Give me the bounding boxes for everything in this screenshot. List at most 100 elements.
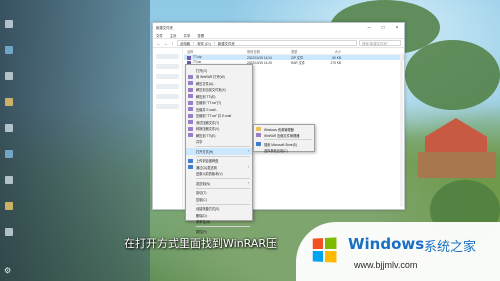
desktop-icon[interactable] xyxy=(5,176,13,184)
breadcrumb-item[interactable]: 此电脑 xyxy=(180,41,190,46)
menu-separator xyxy=(196,146,250,147)
blank-icon xyxy=(188,220,193,224)
menu-item-share[interactable]: 共享 xyxy=(186,139,252,146)
submenu-item-winrar[interactable]: WinRAR 压缩文件管理器 xyxy=(254,132,314,138)
search-input[interactable]: 搜索"新建文件夹" xyxy=(359,40,401,46)
share-icon xyxy=(188,140,193,144)
winrar-icon xyxy=(188,120,193,125)
winrar-icon xyxy=(188,100,193,105)
menu-separator xyxy=(196,155,250,157)
winrar-icon xyxy=(188,74,193,79)
chevron-right-icon: › xyxy=(247,181,249,186)
desktop-icon[interactable] xyxy=(5,202,13,210)
blank-icon xyxy=(188,197,193,201)
wallpaper-tree xyxy=(405,40,500,110)
file-size: 60 KB xyxy=(332,55,341,60)
desktop-icon[interactable] xyxy=(5,98,13,106)
search-placeholder: 搜索"新建文件夹" xyxy=(362,41,389,46)
menu-separator xyxy=(196,226,250,227)
store-icon xyxy=(256,142,261,146)
nav-pane-item[interactable] xyxy=(156,94,179,99)
window-title: 新建文件夹 xyxy=(156,26,173,30)
menu-separator xyxy=(196,187,250,189)
blank-icon xyxy=(188,207,193,211)
address-row: ← → ↑ 此电脑 › 软件 (D:) › 新建文件夹 搜索"新建文件夹" xyxy=(153,39,404,48)
submenu-item-choose-other-app[interactable]: 选择其他应用(C) xyxy=(254,147,314,153)
chevron-right-icon: › xyxy=(247,149,249,154)
nav-pane-item[interactable] xyxy=(156,74,179,79)
winrar-icon xyxy=(188,126,193,131)
title-bar: 新建文件夹 – □ × xyxy=(153,23,404,32)
file-size: 275 KB xyxy=(330,60,341,65)
scrollbar[interactable] xyxy=(400,53,403,207)
blank-icon xyxy=(188,213,193,217)
maximize-button[interactable]: □ xyxy=(376,23,390,32)
desktop-icon[interactable] xyxy=(5,124,13,132)
menu-item-send-to[interactable]: 发送到(N) › xyxy=(186,180,252,187)
menu-item-properties[interactable]: 属性(R) xyxy=(186,228,252,235)
watermark-url: www.bjjmlv.com xyxy=(354,260,418,270)
tab-file[interactable]: 文件 xyxy=(156,33,163,38)
windows-logo-icon xyxy=(312,237,337,263)
qq-icon xyxy=(188,165,193,170)
desktop-icon[interactable] xyxy=(5,72,13,80)
blank-icon xyxy=(188,149,193,153)
winrar-icon xyxy=(188,87,193,92)
menu-separator xyxy=(196,178,250,179)
winrar-icon xyxy=(188,107,193,112)
blank-icon xyxy=(188,181,193,185)
blank-icon xyxy=(188,68,193,72)
winrar-icon xyxy=(188,133,193,138)
column-type[interactable]: 类型 xyxy=(291,49,319,54)
file-date: 2022/10/15 14:24 xyxy=(247,55,272,60)
desktop-icon[interactable] xyxy=(5,228,13,236)
winrar-icon xyxy=(256,133,261,137)
column-date[interactable]: 修改日期 xyxy=(247,49,291,54)
chevron-right-icon: › xyxy=(247,165,249,170)
ribbon-tabs: 文件 主页 共享 查看 xyxy=(153,32,404,39)
back-arrow-icon[interactable]: ← xyxy=(156,41,161,46)
breadcrumb-item[interactable]: 软件 (D:) xyxy=(197,41,210,46)
cloud-icon xyxy=(188,158,193,163)
blank-icon xyxy=(188,191,193,195)
desktop-icon[interactable] xyxy=(5,46,13,54)
file-name: TT.zip xyxy=(193,55,202,59)
blank-icon xyxy=(256,148,261,152)
tab-home[interactable]: 主页 xyxy=(170,33,177,38)
column-name[interactable]: 名称 xyxy=(187,49,247,54)
gear-icon[interactable]: ⚙ xyxy=(4,266,11,275)
nav-pane-item[interactable] xyxy=(156,64,179,69)
open-with-submenu: Windows 资源管理器 WinRAR 压缩文件管理器 搜索 Microsof… xyxy=(253,124,315,153)
menu-item-open-with[interactable]: 打开方式(H) › xyxy=(186,148,252,155)
nav-pane-item[interactable] xyxy=(156,84,179,89)
watermark-title: Windows xyxy=(348,235,425,253)
nav-pane-item[interactable] xyxy=(156,54,179,59)
minimize-button[interactable]: – xyxy=(362,23,376,32)
close-button[interactable]: × xyxy=(390,23,404,32)
watermark-badge: Windows 系统之家 www.bjjmlv.com xyxy=(296,222,500,281)
menu-item-copy[interactable]: 复制(C) xyxy=(186,196,252,203)
desktop-icon[interactable] xyxy=(5,150,13,158)
tab-share[interactable]: 共享 xyxy=(184,33,191,38)
forward-arrow-icon[interactable]: → xyxy=(163,41,168,46)
blank-icon xyxy=(188,172,193,176)
winrar-icon xyxy=(188,94,193,99)
column-size[interactable]: 大小 xyxy=(319,49,341,54)
winrar-icon xyxy=(188,113,193,118)
menu-item-restore-versions[interactable]: 还原以前的版本(V) xyxy=(186,171,252,178)
up-arrow-icon[interactable]: ↑ xyxy=(170,41,175,46)
file-date: 2022/10/15 14:25 xyxy=(247,60,272,65)
breadcrumb-item[interactable]: 新建文件夹 xyxy=(218,41,235,46)
tab-view[interactable]: 查看 xyxy=(197,33,204,38)
folder-icon xyxy=(256,127,261,131)
nav-pane-item[interactable] xyxy=(156,104,179,109)
navigation-pane xyxy=(153,49,183,209)
watermark-cn: 系统之家 xyxy=(424,240,477,255)
desktop-icon[interactable] xyxy=(5,20,13,28)
menu-separator xyxy=(196,203,250,205)
menu-separator xyxy=(264,139,312,140)
winrar-icon xyxy=(188,81,193,86)
menu-item-rename[interactable]: 重命名(M) xyxy=(186,219,252,226)
address-bar[interactable]: 此电脑 › 软件 (D:) › 新建文件夹 xyxy=(177,40,357,46)
wallpaper-house xyxy=(418,152,496,178)
